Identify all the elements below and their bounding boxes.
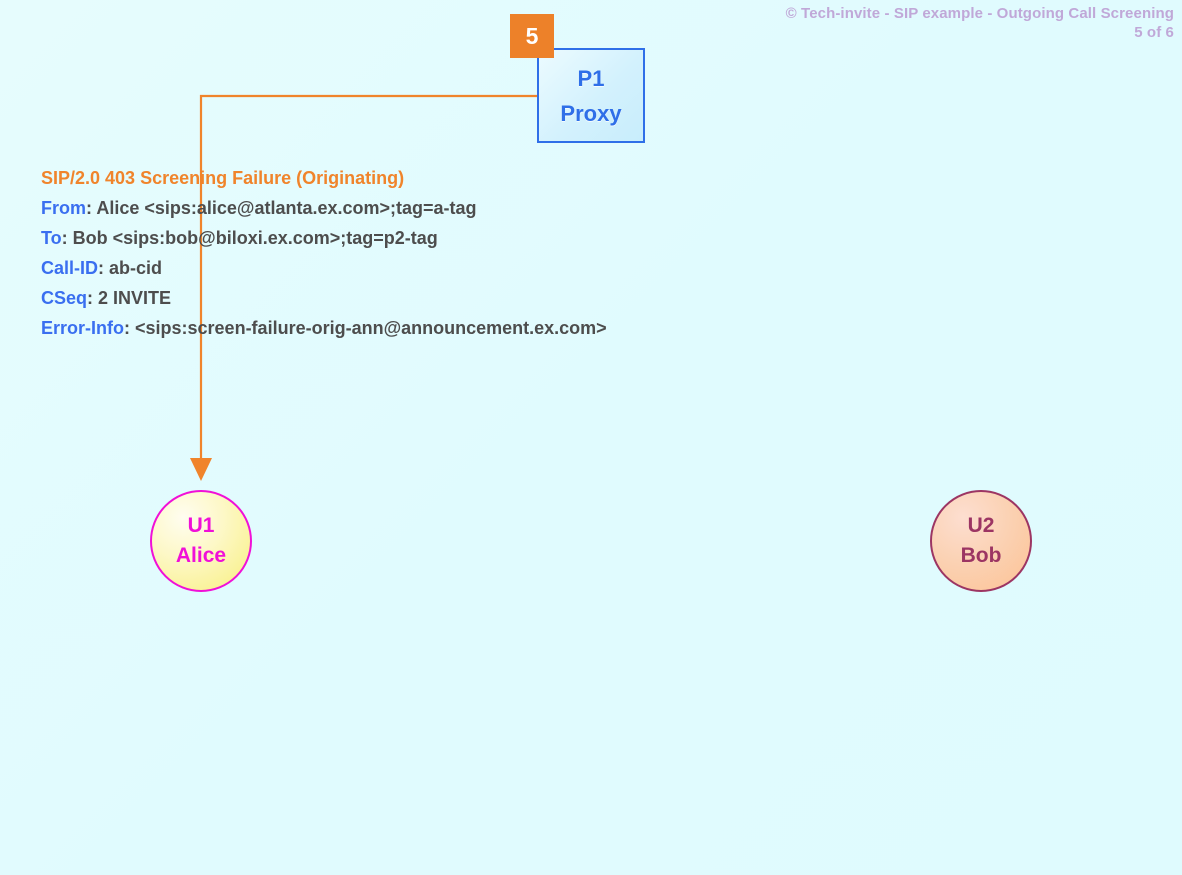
step-number-label: 5 — [525, 22, 539, 49]
sip-header-separator: : — [124, 318, 135, 338]
sip-header-call-id: Call-ID: ab-cid — [41, 253, 607, 283]
sip-header-name: Call-ID — [41, 258, 99, 278]
sip-header-separator: : — [98, 258, 110, 278]
sip-request-line: SIP/2.0 403 Screening Failure (Originati… — [41, 168, 405, 188]
proxy-id-label: P1 — [577, 65, 605, 91]
sip-header-separator: : — [86, 198, 97, 218]
sip-header-name: From — [41, 198, 86, 218]
sip-header-to: To: Bob <sips:bob@biloxi.ex.com>;tag=p2-… — [41, 223, 607, 253]
sip-header-value: 2 INVITE — [98, 288, 172, 308]
step-number-badge: 5 — [510, 14, 554, 58]
sip-header-from: From: Alice <sips:alice@atlanta.ex.com>;… — [41, 193, 607, 223]
sip-message-block: SIP/2.0 403 Screening Failure (Originati… — [41, 163, 607, 343]
node-proxy-p1[interactable]: P1 Proxy — [537, 48, 645, 143]
sip-header-separator: : — [87, 288, 99, 308]
sip-header-value: Bob <sips:bob@biloxi.ex.com>;tag=p2-tag — [72, 228, 438, 248]
sip-header-cseq: CSeq: 2 INVITE — [41, 283, 607, 313]
sip-header-value: <sips:screen-failure-orig-ann@announceme… — [135, 318, 607, 338]
sip-header-value: Alice <sips:alice@atlanta.ex.com>;tag=a-… — [96, 198, 477, 218]
call-flow-canvas: © Tech-invite - SIP example - Outgoing C… — [0, 0, 1182, 875]
sip-header-name: To — [41, 228, 62, 248]
sip-header-name: Error-Info — [41, 318, 124, 338]
sip-header-separator: : — [61, 228, 73, 248]
sip-header-name: CSeq — [41, 288, 88, 308]
sip-header-value: ab-cid — [109, 258, 163, 278]
proxy-role-label: Proxy — [560, 100, 622, 126]
sip-header-error-info: Error-Info: <sips:screen-failure-orig-an… — [41, 313, 607, 343]
